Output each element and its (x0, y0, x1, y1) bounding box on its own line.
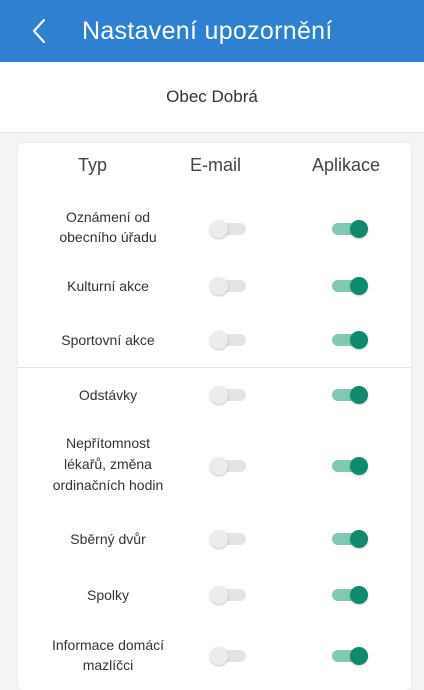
table-row: Sportovní akce (18, 315, 411, 365)
table-row: Nepřítomnost lékařů, změna ordinačních h… (18, 427, 411, 505)
divider (18, 367, 411, 368)
table-row: Kulturní akce (18, 261, 411, 311)
app-toggle[interactable] (332, 647, 368, 665)
email-toggle[interactable] (210, 277, 246, 295)
municipality-name: Obec Dobrá (0, 62, 424, 133)
row-label-line: Informace domácí (51, 637, 165, 653)
app-toggle[interactable] (332, 386, 368, 404)
email-toggle[interactable] (210, 457, 246, 475)
chevron-left-icon (32, 18, 46, 44)
row-label: Oznámení od obecního úřadu (18, 207, 198, 247)
column-header-email: E-mail (190, 155, 242, 175)
notification-settings-card: Typ E-mail Aplikace Oznámení od obecního… (18, 143, 411, 690)
row-label: Sportovní akce (61, 332, 155, 348)
row-label: Odstávky (78, 387, 138, 403)
row-label: Kulturní akce (67, 278, 149, 294)
table-row: Oznámení od obecního úřadu (18, 201, 411, 257)
row-label: Informace domácí mazlíčci (18, 635, 198, 675)
app-toggle[interactable] (332, 530, 368, 548)
email-toggle[interactable] (210, 586, 246, 604)
email-toggle[interactable] (210, 331, 246, 349)
email-toggle[interactable] (210, 647, 246, 665)
table-row: Spolky (18, 569, 411, 619)
row-label-line: ordinačních hodin (52, 477, 164, 493)
row-label: Sběrný dvůr (70, 531, 146, 547)
email-toggle[interactable] (210, 530, 246, 548)
page-title: Nastavení upozornění (82, 17, 333, 45)
email-toggle[interactable] (210, 386, 246, 404)
row-label-line: obecního úřadu (59, 229, 157, 245)
row-label-line: lékařů, změna (64, 456, 152, 472)
back-button[interactable] (22, 14, 56, 48)
row-label: Nepřítomnost lékařů, změna ordinačních h… (18, 433, 198, 496)
table-row: Sběrný dvůr (18, 513, 411, 563)
app-bar: Nastavení upozornění (0, 0, 424, 62)
email-toggle[interactable] (210, 220, 246, 238)
app-toggle[interactable] (332, 331, 368, 349)
row-label-line: Oznámení od (65, 209, 151, 225)
row-label: Spolky (86, 587, 130, 603)
row-label-line: Nepřítomnost (65, 435, 151, 451)
app-toggle[interactable] (332, 220, 368, 238)
app-toggle[interactable] (332, 277, 368, 295)
row-label-line: mazlíčci (82, 657, 134, 673)
table-row: Odstávky (18, 371, 411, 421)
table-row: Informace domácí mazlíčci (18, 627, 411, 683)
app-toggle[interactable] (332, 457, 368, 475)
app-toggle[interactable] (332, 586, 368, 604)
column-header-app: Aplikace (312, 155, 381, 175)
column-header-type: Typ (78, 155, 108, 175)
